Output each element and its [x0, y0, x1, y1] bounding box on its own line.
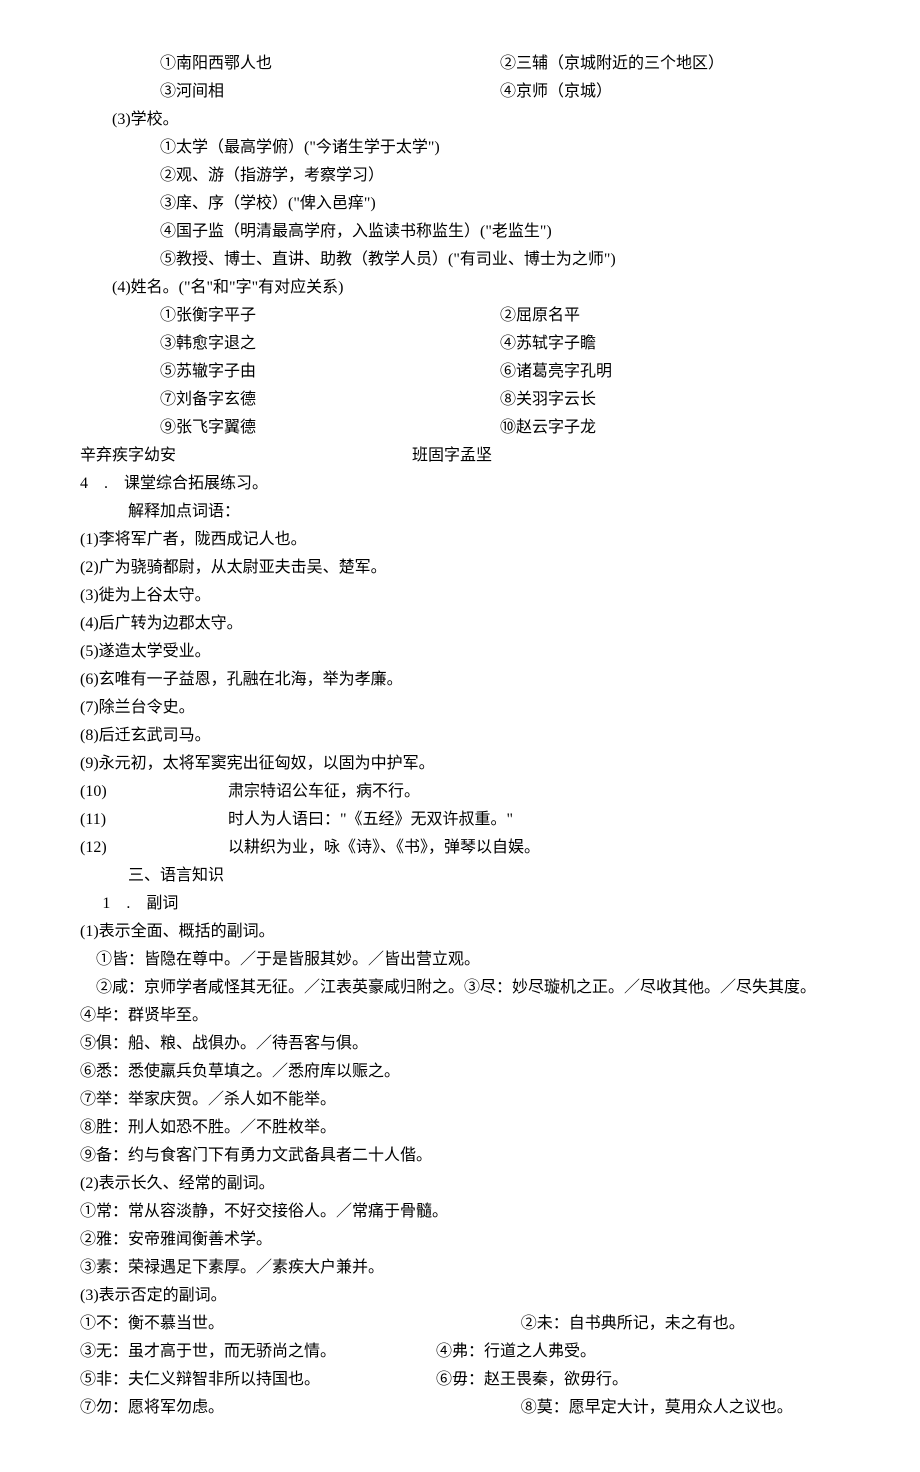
name-item-extra: 辛弃疾字幼安	[80, 442, 460, 470]
item-number: (10)	[80, 778, 224, 806]
adverb-line: ①皆：皆隐在尊中。／于是皆服其妙。／皆出营立观。	[80, 946, 840, 974]
exercise-item: (4)后广转为边郡太守。	[80, 610, 840, 638]
adverb-group-2-title: (2)表示长久、经常的副词。	[80, 1170, 840, 1198]
name-item-extra: 班固字孟坚	[412, 442, 792, 470]
item-text: 肃宗特诏公车征，病不行。	[228, 783, 420, 800]
neg-left: ⑤非：夫仁义辩智非所以持国也。	[80, 1366, 432, 1394]
school-item: ③庠、序（学校）("俾入邑痒")	[80, 190, 840, 218]
exercise-item: (1)李将军广者，陇西成记人也。	[80, 526, 840, 554]
name-item: ⑨张飞字翼德	[160, 414, 500, 442]
name-item: ③韩愈字退之	[160, 330, 500, 358]
school-item: ④国子监（明清最高学府，入监读书称监生）("老监生")	[80, 218, 840, 246]
place-item-1: ①南阳西鄂人也	[160, 50, 500, 78]
name-item: ①张衡字平子	[160, 302, 500, 330]
school-item: ②观、游（指游学，考察学习）	[80, 162, 840, 190]
exercise-title: 4 . 课堂综合拓展练习。	[80, 470, 840, 498]
adverb-neg-item: ③无：虽才高于世，而无骄尚之情。 ④弗：行道之人弗受。	[80, 1338, 840, 1366]
lang-sub: 1 . 副词	[80, 890, 840, 918]
exercise-item: (6)玄唯有一子益恩，孔融在北海，举为孝廉。	[80, 666, 840, 694]
exercise-item: (9)永元初，太将军窦宪出征匈奴，以固为中护军。	[80, 750, 840, 778]
name-item: ④苏轼字子瞻	[500, 330, 840, 358]
section-4-heading: (4)姓名。("名"和"字"有对应关系)	[80, 274, 840, 302]
neg-right: ④弗：行道之人弗受。	[436, 1343, 596, 1360]
name-item: ⑥诸葛亮字孔明	[500, 358, 840, 386]
item-number: (12)	[80, 834, 224, 862]
name-item: ⑧关羽字云长	[500, 386, 840, 414]
adverb-line: ①常：常从容淡静，不好交接俗人。／常痛于骨髓。	[80, 1198, 840, 1226]
adverb-line: ⑨备：约与食客门下有勇力文武备具者二十人偕。	[80, 1142, 840, 1170]
adverb-group-3-title: (3)表示否定的副词。	[80, 1282, 840, 1310]
adverb-neg-item: ②未：自书典所记，未之有也。	[521, 1310, 745, 1338]
name-item: ⑤苏辙字子由	[160, 358, 500, 386]
exercise-subtitle: 解释加点词语：	[80, 498, 840, 526]
place-item-4: ④京师（京城）	[500, 78, 840, 106]
school-item: ①太学（最高学俯）("今诸生学于太学")	[80, 134, 840, 162]
place-item-3: ③河间相	[160, 78, 500, 106]
adverb-neg-item: ⑧莫：愿早定大计，莫用众人之议也。	[521, 1394, 793, 1422]
adverb-line: ④毕：群贤毕至。	[80, 1002, 840, 1030]
name-item: ②屈原名平	[500, 302, 840, 330]
place-item-2: ②三辅（京城附近的三个地区）	[500, 50, 840, 78]
item-text: 以耕织为业，咏《诗》、《书》，弹琴以自娱。	[228, 839, 540, 856]
adverb-line: ⑤俱：船、粮、战俱办。／待吾客与俱。	[80, 1030, 840, 1058]
name-item: ⑩赵云字子龙	[500, 414, 840, 442]
adverb-group-1-title: (1)表示全面、概括的副词。	[80, 918, 840, 946]
adverb-neg-item: ⑦勿：愿将军勿虑。	[80, 1394, 521, 1422]
exercise-item: (12) 以耕织为业，咏《诗》、《书》，弹琴以自娱。	[80, 834, 840, 862]
adverb-line: ⑧胜：刑人如恐不胜。／不胜枚举。	[80, 1114, 840, 1142]
adverb-line: ②咸：京师学者咸怪其无征。／江表英豪咸归附之。③尽：妙尽璇机之正。／尽收其他。／…	[80, 974, 840, 1002]
exercise-item: (3)徙为上谷太守。	[80, 582, 840, 610]
item-number: (11)	[80, 806, 224, 834]
adverb-line: ②雅：安帝雅闻衡善术学。	[80, 1226, 840, 1254]
neg-right: ⑥毋：赵王畏秦，欲毋行。	[436, 1371, 628, 1388]
exercise-item: (10) 肃宗特诏公车征，病不行。	[80, 778, 840, 806]
exercise-item: (2)广为骁骑都尉，从太尉亚夫击吴、楚军。	[80, 554, 840, 582]
name-item: ⑦刘备字玄德	[160, 386, 500, 414]
adverb-line: ③素：荣禄遇足下素厚。／素疾大户兼并。	[80, 1254, 840, 1282]
adverb-neg-item: ①不：衡不慕当世。	[80, 1310, 521, 1338]
adverb-neg-item: ⑤非：夫仁义辩智非所以持国也。 ⑥毋：赵王畏秦，欲毋行。	[80, 1366, 840, 1394]
exercise-item: (5)遂造太学受业。	[80, 638, 840, 666]
school-item: ⑤教授、博士、直讲、助教（教学人员）("有司业、博士为之师")	[80, 246, 840, 274]
exercise-item: (11) 时人为人语曰："《五经》无双许叔重。"	[80, 806, 840, 834]
item-text: 时人为人语曰："《五经》无双许叔重。"	[228, 811, 513, 828]
exercise-item: (7)除兰台令史。	[80, 694, 840, 722]
lang-heading: 三、语言知识	[80, 862, 840, 890]
adverb-line: ⑥悉：悉使羸兵负草填之。／悉府库以赈之。	[80, 1058, 840, 1086]
exercise-item: (8)后迁玄武司马。	[80, 722, 840, 750]
neg-left: ③无：虽才高于世，而无骄尚之情。	[80, 1338, 432, 1366]
adverb-line: ⑦举：举家庆贺。／杀人如不能举。	[80, 1086, 840, 1114]
section-3-heading: (3)学校。	[80, 106, 840, 134]
